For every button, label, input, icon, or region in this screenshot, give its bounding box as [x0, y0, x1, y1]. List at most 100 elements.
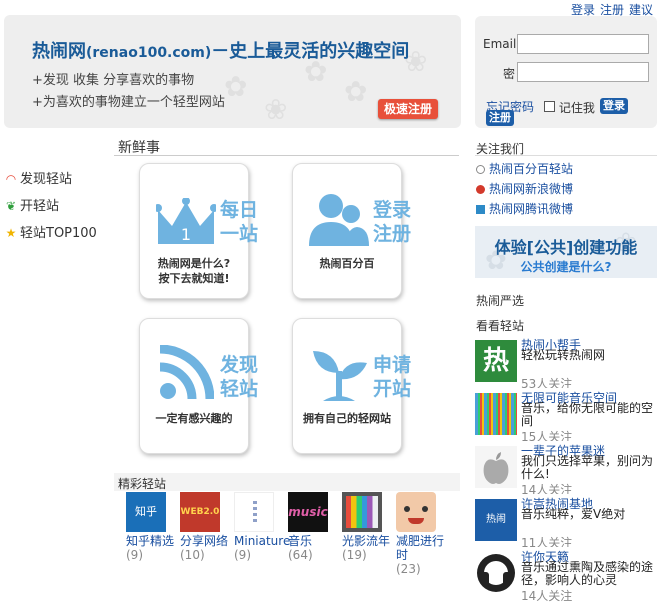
nav-discover-label: 发现轻站 — [20, 172, 73, 187]
featured-thumb: 知乎 — [126, 492, 166, 532]
circle-icon — [476, 165, 485, 174]
tile-head: 每日 一站 — [220, 199, 259, 245]
site-thumb: 热 — [475, 340, 517, 382]
tile-login-register[interactable]: 登录 注册 热闹百分百 — [292, 163, 411, 299]
email-label: Email — [483, 37, 517, 51]
tile-head: 登录 注册 — [373, 199, 412, 245]
featured-title: 精彩轻站 — [118, 477, 167, 491]
promo-subtitle[interactable]: 公共创建是什么? — [475, 258, 657, 275]
featured-thumb — [342, 492, 382, 532]
featured-item[interactable]: 光影流年 (19) — [342, 492, 392, 562]
nav-top100-label: 轻站TOP100 — [20, 226, 97, 241]
site-item[interactable]: 热闹 许嵩热闹基地 音乐纯粹，爱V绝对 11人关注 — [475, 495, 657, 547]
featured-name: 音乐 — [288, 534, 313, 548]
banner-domain: (renao100.com) — [86, 45, 212, 61]
featured-count: (9) — [126, 548, 143, 562]
site-item[interactable]: 无限可能音乐空间 音乐，给你无限可能的空间 15人关注 — [475, 389, 657, 441]
users-icon — [309, 194, 369, 246]
tencent-weibo-icon — [476, 205, 485, 214]
tile-discover[interactable]: 发现 轻站 一定有感兴趣的 — [139, 318, 258, 454]
banner-title: 热闹网(renao100.com)－史上最灵活的兴趣空间 — [32, 37, 409, 63]
apple-icon — [475, 446, 517, 488]
password-field[interactable] — [517, 62, 649, 82]
remember-me[interactable]: 记住我 — [544, 99, 595, 116]
site-desc: 音乐通过熏陶及感染的途径，影响人的心灵 — [521, 561, 654, 587]
site-desc: 轻松玩转热闹网 — [521, 349, 606, 362]
featured-name: Miniature — [234, 534, 291, 548]
site-desc: 音乐，给你无限可能的空间 — [521, 402, 654, 428]
remember-label: 记住我 — [558, 101, 595, 115]
top-register-link[interactable]: 注册 — [600, 3, 624, 17]
tile-head: 申请 开站 — [373, 354, 412, 400]
banner-line-1: +发现 收集 分享喜欢的事物 — [32, 73, 195, 88]
site-followers: 15人关注 — [521, 430, 573, 441]
star-icon: ★ — [5, 226, 17, 240]
featured-count: (10) — [180, 548, 205, 562]
featured-thumb — [234, 492, 274, 532]
rss-icon: ◠ — [5, 172, 17, 186]
follow-item[interactable]: 热闹网腾讯微博 — [476, 200, 573, 217]
svg-text:1: 1 — [181, 225, 191, 244]
featured-name: 减肥进行时 — [396, 534, 445, 562]
site-followers: 11人关注 — [521, 536, 573, 547]
featured-name: 知乎精选 — [126, 534, 175, 548]
site-thumb — [475, 393, 517, 435]
tile-sub: 拥有自己的轻网站 — [303, 412, 391, 425]
remember-checkbox[interactable] — [544, 101, 555, 112]
sprout-icon — [313, 351, 367, 401]
featured-count: (19) — [342, 548, 367, 562]
tile-sub: 热闹百分百 — [319, 257, 375, 270]
top-login-link[interactable]: 登录 — [571, 3, 595, 17]
nav-discover[interactable]: ◠ 发现轻站 — [4, 168, 72, 187]
site-item[interactable]: 一辈子的苹果迷 我们只选择苹果，别问为什么! 14人关注 — [475, 442, 657, 494]
site-item[interactable]: 热 热闹小帮手 轻松玩转热闹网 53人关注 — [475, 336, 657, 388]
featured-item[interactable]: Miniature (9) — [234, 492, 291, 562]
flower-decor-icon: ✿ — [224, 70, 248, 103]
featured-thumb: WEB2.0 — [180, 492, 220, 532]
follow-item[interactable]: 热闹百分百轻站 — [476, 160, 573, 177]
flower-decor-icon: ✿ — [344, 75, 368, 108]
login-button[interactable]: 登录 — [600, 98, 628, 114]
site-followers: 14人关注 — [521, 483, 573, 494]
follow-label: 热闹网新浪微博 — [489, 182, 574, 196]
banner-brand: 热闹网 — [32, 41, 86, 62]
banner-slogan: －史上最灵活的兴趣空间 — [211, 41, 410, 62]
featured-item[interactable]: WEB2.0 分享网络 (10) — [180, 492, 230, 562]
public-create-promo[interactable]: ✿ ❀ 体验[公共]创建功能 公共创建是什么? — [475, 226, 657, 278]
featured-item[interactable]: 知乎 知乎精选 (9) — [126, 492, 176, 562]
featured-count: (9) — [234, 548, 251, 562]
site-followers: 14人关注 — [521, 589, 573, 603]
weibo-icon — [476, 185, 485, 194]
site-desc: 我们只选择苹果，别问为什么! — [521, 455, 654, 481]
site-desc: 音乐纯粹，爱V绝对 — [521, 508, 626, 521]
tile-apply-site[interactable]: 申请 开站 拥有自己的轻网站 — [292, 318, 411, 454]
email-field[interactable] — [517, 34, 649, 54]
follow-item[interactable]: 热闹网新浪微博 — [476, 180, 573, 197]
crown-icon: 1 — [156, 198, 216, 244]
featured-item[interactable]: 减肥进行时 (23) — [396, 492, 446, 576]
hero-banner: ✿ ✿ ❀ ✿ ❀ 热闹网(renao100.com)－史上最灵活的兴趣空间 +… — [4, 15, 461, 128]
site-item[interactable]: 许你天籁 音乐通过熏陶及感染的途径，影响人的心灵 14人关注 — [475, 548, 657, 608]
tile-daily-site[interactable]: 1 每日 一站 热闹网是什么? 按下去就知道! — [139, 163, 258, 299]
flower-decor-icon: ❀ — [264, 93, 288, 126]
nav-top100[interactable]: ★ 轻站TOP100 — [4, 222, 97, 241]
rss-icon — [159, 345, 214, 400]
nav-open-site-label: 开轻站 — [20, 199, 60, 214]
featured-thumb — [396, 492, 436, 532]
headphones-icon — [475, 552, 517, 594]
divider — [475, 155, 657, 156]
tile-head: 发现 轻站 — [220, 354, 259, 400]
quick-register-button[interactable]: 极速注册 — [378, 99, 438, 119]
follow-label: 热闹网腾讯微博 — [489, 202, 574, 216]
featured-count: (23) — [396, 562, 421, 576]
site-followers: 53人关注 — [521, 377, 573, 388]
look-title: 看看轻站 — [476, 319, 525, 333]
top-suggest-link[interactable]: 建议 — [629, 3, 653, 17]
promo-title: 体验[公共]创建功能 — [494, 238, 638, 257]
yanxuan-title: 热闹严选 — [476, 294, 525, 308]
featured-item[interactable]: music 音乐 (64) — [288, 492, 338, 562]
register-button[interactable]: 注册 — [486, 110, 514, 126]
tile-sub: 一定有感兴趣的 — [155, 412, 233, 425]
nav-open-site[interactable]: ❦ 开轻站 — [4, 195, 59, 214]
featured-count: (64) — [288, 548, 313, 562]
